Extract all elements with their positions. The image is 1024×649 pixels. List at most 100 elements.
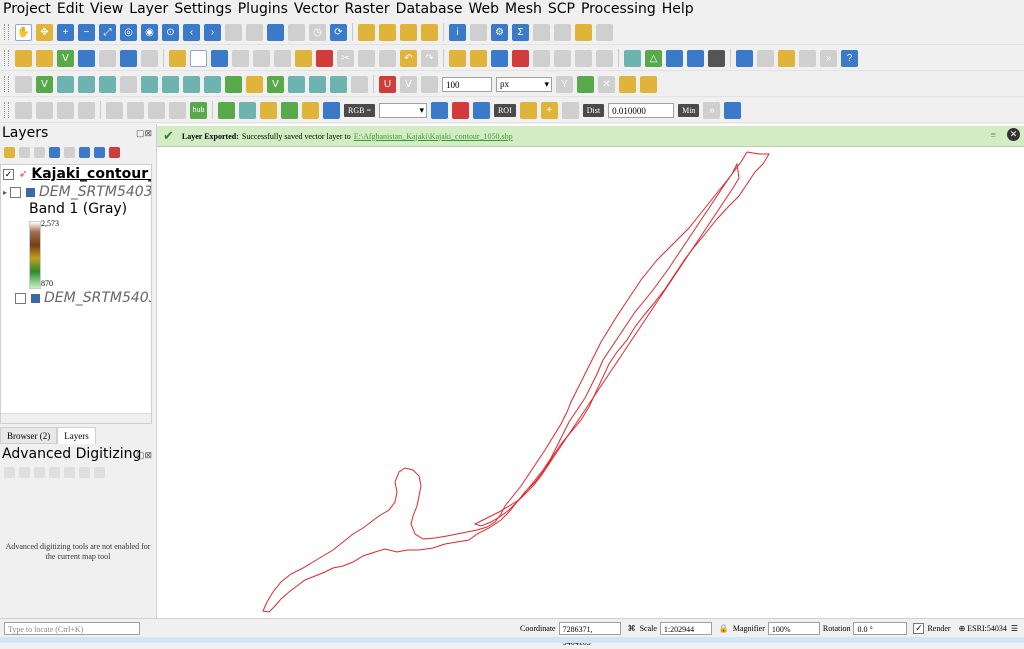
- offset-curve-icon[interactable]: [141, 75, 158, 93]
- globe-crs-icon[interactable]: ⊕: [959, 624, 966, 633]
- globe-plugin-icon[interactable]: [666, 49, 683, 67]
- menu-plugins[interactable]: Plugins: [235, 0, 291, 18]
- annotation-icon[interactable]: [596, 23, 613, 41]
- zoom-full-icon[interactable]: ⤢: [99, 23, 116, 41]
- layer-row-dem-1[interactable]: ▸ DEM_SRTM5403: [3, 183, 151, 201]
- reshape-icon[interactable]: [120, 75, 137, 93]
- layer-row-dem-2[interactable]: DEM_SRTM5403: [15, 289, 151, 307]
- expand-all-icon[interactable]: [79, 146, 90, 158]
- search-plugin-icon[interactable]: [687, 49, 704, 67]
- map-canvas[interactable]: [157, 124, 1024, 618]
- collapse-all-icon[interactable]: [94, 146, 105, 158]
- new-shapefile-icon[interactable]: V: [57, 49, 74, 67]
- simplify-icon[interactable]: V: [267, 75, 284, 93]
- new-temporary-layer-icon[interactable]: [99, 49, 116, 67]
- perpendicular-icon[interactable]: [49, 466, 60, 478]
- menu-raster[interactable]: Raster: [342, 0, 393, 18]
- messages-icon[interactable]: ☰: [1011, 624, 1018, 633]
- help-icon[interactable]: ?: [841, 49, 858, 67]
- scp-settings-icon[interactable]: [724, 101, 742, 119]
- paste-features-icon[interactable]: [379, 49, 396, 67]
- snapping-layer-icon[interactable]: V: [400, 75, 417, 93]
- new-3d-view-icon[interactable]: [246, 23, 263, 41]
- filter-legend-icon[interactable]: [49, 146, 60, 158]
- share-icon[interactable]: [218, 101, 235, 119]
- show-bookmarks-icon[interactable]: [288, 23, 305, 41]
- roi-arc-icon[interactable]: [451, 101, 469, 119]
- scp-tool-icon[interactable]: [624, 49, 641, 67]
- crs-label[interactable]: ESRI:54034: [967, 624, 1007, 633]
- zoom-layer-icon[interactable]: ◉: [141, 23, 158, 41]
- menu-layer[interactable]: Layer: [126, 0, 171, 18]
- refresh-icon[interactable]: ⟳: [330, 23, 347, 41]
- expand-arrow-icon[interactable]: ▸: [3, 188, 7, 197]
- snap-angle-icon[interactable]: [64, 466, 75, 478]
- open-attribute-table-icon[interactable]: [470, 23, 487, 41]
- message-menu-icon[interactable]: ≡: [990, 130, 996, 141]
- select-features-icon[interactable]: [358, 23, 375, 41]
- parallel-icon[interactable]: [34, 466, 45, 478]
- hub-icon[interactable]: hub: [190, 101, 207, 119]
- snapping-tolerance-input[interactable]: 100: [442, 76, 492, 92]
- plugin-tool-icon[interactable]: [757, 49, 774, 67]
- label-pin-icon[interactable]: [470, 49, 487, 67]
- rgb-combo[interactable]: [378, 102, 427, 118]
- tracing-icon[interactable]: [619, 75, 636, 93]
- roi-clock-icon[interactable]: [561, 101, 579, 119]
- message-link[interactable]: E:\Afghanistan_Kajaki\Kajaki_contour_105…: [354, 132, 513, 141]
- shape-rectangle-icon[interactable]: [57, 101, 74, 119]
- pan-to-selection-icon[interactable]: ✥: [36, 23, 53, 41]
- zoom-native-icon[interactable]: ⊙: [162, 23, 179, 41]
- copy-features-icon[interactable]: [358, 49, 375, 67]
- split-parts-icon[interactable]: [183, 75, 200, 93]
- zoom-last-icon[interactable]: ‹: [183, 23, 200, 41]
- menu-mesh[interactable]: Mesh: [502, 0, 545, 18]
- merge-features-icon[interactable]: [204, 75, 221, 93]
- construction-mode-icon[interactable]: [19, 466, 30, 478]
- open-layer-styling-icon[interactable]: [4, 146, 15, 158]
- render-checkbox[interactable]: ✓: [913, 623, 925, 634]
- save-edits-icon[interactable]: [211, 49, 228, 67]
- menu-view[interactable]: View: [87, 0, 126, 18]
- snapping-type-icon[interactable]: [421, 75, 438, 93]
- zoom-next-icon[interactable]: ›: [204, 23, 221, 41]
- menu-help[interactable]: Help: [659, 0, 697, 18]
- virtual-layer-icon[interactable]: [120, 49, 137, 67]
- roi-flag-icon[interactable]: [519, 101, 537, 119]
- copy-move-icon[interactable]: [351, 75, 368, 93]
- cut-features-icon[interactable]: ✂: [337, 49, 354, 67]
- shield-icon[interactable]: [169, 101, 186, 119]
- current-edits-icon[interactable]: [169, 49, 186, 67]
- move-feature-icon[interactable]: [330, 75, 347, 93]
- lock-scale-icon[interactable]: 🔒: [719, 624, 729, 633]
- filter-expression-icon[interactable]: [64, 146, 75, 158]
- statistical-summary-icon[interactable]: Σ: [512, 23, 529, 41]
- select-by-value-icon[interactable]: [379, 23, 396, 41]
- remove-layer-icon[interactable]: [109, 146, 120, 158]
- toggle-extents-icon[interactable]: ⌘: [628, 624, 636, 633]
- split-features-icon[interactable]: [162, 75, 179, 93]
- pan-icon[interactable]: ✋: [15, 23, 32, 41]
- identify-features-icon[interactable]: i: [449, 23, 466, 41]
- dock-float-close-icons[interactable]: ▢⊠: [136, 128, 152, 139]
- zoom-out-icon[interactable]: −: [78, 23, 95, 41]
- magnifier-field[interactable]: 100%: [767, 622, 820, 635]
- snapping-unit-select[interactable]: px: [496, 76, 552, 92]
- self-snapping-icon[interactable]: [640, 75, 657, 93]
- add-roi-icon[interactable]: +: [540, 101, 558, 119]
- delete-selected-icon[interactable]: [316, 49, 333, 67]
- scp-zoom-icon[interactable]: [281, 101, 298, 119]
- spatial-bookmark-icon[interactable]: [267, 23, 284, 41]
- shape-polygon-icon[interactable]: [78, 101, 95, 119]
- zoom-in-icon[interactable]: +: [57, 23, 74, 41]
- change-label-icon[interactable]: [554, 49, 571, 67]
- layer-row-kajaki[interactable]: ✓ ➶ Kajaki_contour_1: [3, 165, 151, 183]
- label-callout-icon[interactable]: [596, 49, 613, 67]
- add-group-icon[interactable]: [19, 146, 30, 158]
- layer-order-icon[interactable]: [239, 101, 256, 119]
- tab-browser[interactable]: Browser (2): [0, 427, 58, 444]
- layer-visibility-checkbox[interactable]: [10, 186, 22, 198]
- menu-edit[interactable]: Edit: [54, 0, 87, 18]
- data-source-manager-icon[interactable]: [15, 49, 32, 67]
- dist-input[interactable]: 0.010000: [608, 102, 675, 118]
